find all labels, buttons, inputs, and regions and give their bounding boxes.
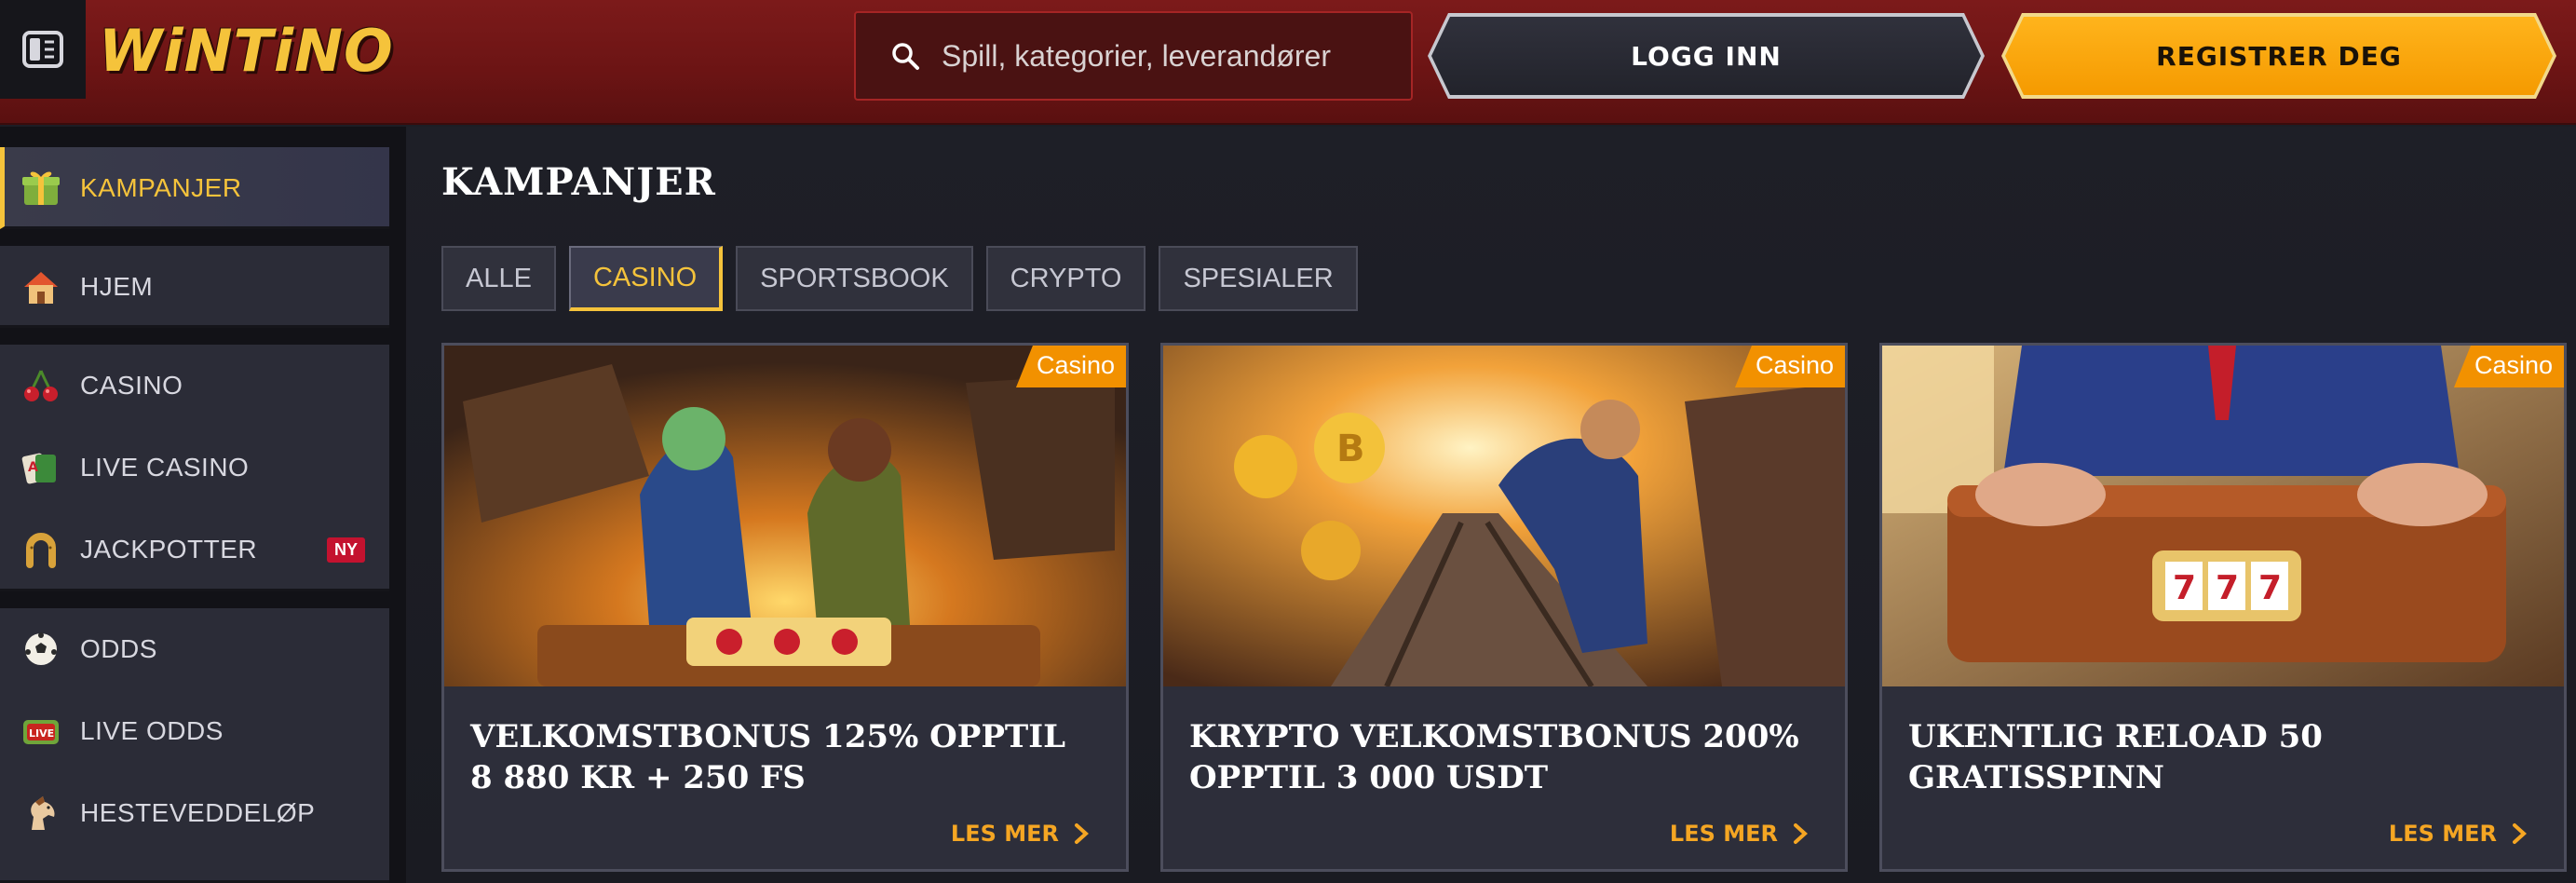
sidebar-item-label: HJEM xyxy=(80,272,154,301)
sidebar-item-hesteveddelop[interactable]: HESTEVEDDELØP xyxy=(0,772,389,854)
new-badge: NY xyxy=(326,537,365,563)
sidebar-item-jackpotter[interactable]: JACKPOTTER NY xyxy=(0,509,389,591)
sidebar-item-label: KAMPANJER xyxy=(80,173,242,202)
category-tag: Casino xyxy=(1734,346,1845,387)
sidebar-item-label: ODDS xyxy=(80,634,157,663)
search-box[interactable] xyxy=(854,11,1413,101)
read-more-link[interactable]: LES MER xyxy=(951,821,1091,847)
wintino-logo[interactable]: WiNTiNO xyxy=(99,19,394,84)
chevron-right-icon xyxy=(1794,823,1808,844)
suitcase-777-slot-image: 7 7 7 xyxy=(1882,346,2564,686)
sidebar-group-home: HJEM xyxy=(0,246,389,328)
sidebar-item-live-casino[interactable]: A LIVE CASINO xyxy=(0,427,389,509)
top-header: WiNTiNO LOGG INN REGISTRER DEG xyxy=(0,0,2576,125)
search-icon xyxy=(892,43,919,70)
cherry-icon xyxy=(20,365,61,406)
sidebar-item-label: LIVE ODDS xyxy=(80,716,224,745)
sidebar-item-label: CASINO xyxy=(80,371,183,400)
filter-tab-casino[interactable]: CASINO xyxy=(568,246,724,311)
read-more-link[interactable]: LES MER xyxy=(2389,821,2529,847)
sidebar-item-live-odds[interactable]: LIVE LIVE ODDS xyxy=(0,690,389,772)
sidebar-item-casino[interactable]: CASINO xyxy=(0,345,389,427)
sidebar-toggle-icon xyxy=(22,31,63,68)
main-content: KAMPANJER ALLE CASINO SPORTSBOOK CRYPTO … xyxy=(406,127,2576,883)
sidebar-item-kampanjer[interactable]: KAMPANJER xyxy=(5,147,394,229)
live-icon: LIVE xyxy=(20,711,61,752)
category-tag: Casino xyxy=(2453,346,2564,387)
filter-tab-crypto[interactable]: CRYPTO xyxy=(985,246,1146,311)
svg-text:7: 7 xyxy=(2173,569,2196,607)
svg-text:7: 7 xyxy=(2216,569,2239,607)
gift-icon xyxy=(20,168,61,209)
sidebar-item-label: LIVE CASINO xyxy=(80,453,250,482)
promotion-cards: Casino VELKOMSTBONUS 125% OPPTIL 8 880 K… xyxy=(441,343,2576,883)
running-man-crypto-coins-image: B xyxy=(1163,346,1845,686)
horseshoe-icon xyxy=(20,529,61,570)
svg-text:LIVE: LIVE xyxy=(29,727,54,740)
filter-tab-spesialer[interactable]: SPESIALER xyxy=(1159,246,1358,311)
read-more-link[interactable]: LES MER xyxy=(1670,821,1810,847)
sidebar-item-odds[interactable]: ODDS xyxy=(0,608,389,690)
sidebar-group-sports: ODDS LIVE LIVE ODDS HESTEVEDDELØP xyxy=(0,608,389,883)
cards-icon: A xyxy=(20,447,61,488)
register-button[interactable]: REGISTRER DEG xyxy=(2001,13,2556,99)
page-title: KAMPANJER xyxy=(441,160,716,204)
filter-tabs: ALLE CASINO SPORTSBOOK CRYPTO SPESIALER xyxy=(441,246,1358,311)
sidebar-item-hjem[interactable]: HJEM xyxy=(0,246,389,328)
category-tag: Casino xyxy=(1015,346,1126,387)
sidebar-item-label: HESTEVEDDELØP xyxy=(80,798,316,827)
read-more-label: LES MER xyxy=(950,821,1059,847)
card-title: KRYPTO VELKOMSTBONUS 200% OPPTIL 3 000 U… xyxy=(1189,718,1799,796)
sidebar-toggle-button[interactable] xyxy=(0,0,86,99)
two-cowboys-slot-machine-image xyxy=(444,346,1126,686)
chevron-right-icon xyxy=(1075,823,1089,844)
register-button-label: REGISTRER DEG xyxy=(2156,40,2402,72)
read-more-label: LES MER xyxy=(2388,821,2497,847)
svg-text:A: A xyxy=(28,460,38,475)
chevron-right-icon xyxy=(2513,823,2527,844)
search-input[interactable] xyxy=(942,38,1389,74)
sidebar-group-promotions: KAMPANJER xyxy=(0,147,389,229)
login-button-label: LOGG INN xyxy=(1631,40,1782,72)
home-icon xyxy=(20,266,61,307)
filter-tab-alle[interactable]: ALLE xyxy=(441,246,556,311)
horse-icon xyxy=(20,793,61,834)
sidebar-group-casino: CASINO A LIVE CASINO JACKPOTTER NY xyxy=(0,345,389,591)
read-more-label: LES MER xyxy=(1669,821,1778,847)
card-title: UKENTLIG RELOAD 50 GRATISSPINN xyxy=(1908,718,2323,796)
soccer-ball-icon xyxy=(20,629,61,670)
login-button[interactable]: LOGG INN xyxy=(1428,13,1985,99)
card-title: VELKOMSTBONUS 125% OPPTIL 8 880 KR + 250… xyxy=(470,718,1066,796)
svg-text:B: B xyxy=(1336,428,1365,470)
promotion-card[interactable]: 7 7 7 Casino UKENTLIG RELOAD 50 GRATISSP… xyxy=(1879,343,2567,872)
sidebar-item-label: JACKPOTTER xyxy=(80,535,258,564)
promotion-card[interactable]: B Casino KRYPTO VELKOMSTBONUS 200% OPPTI… xyxy=(1160,343,1848,872)
promotion-card[interactable]: Casino VELKOMSTBONUS 125% OPPTIL 8 880 K… xyxy=(441,343,1129,872)
svg-text:7: 7 xyxy=(2258,569,2282,607)
filter-tab-sportsbook[interactable]: SPORTSBOOK xyxy=(736,246,973,311)
sidebar-nav: KAMPANJER HJEM CASINO A LIVE CASINO JACK… xyxy=(0,127,406,883)
